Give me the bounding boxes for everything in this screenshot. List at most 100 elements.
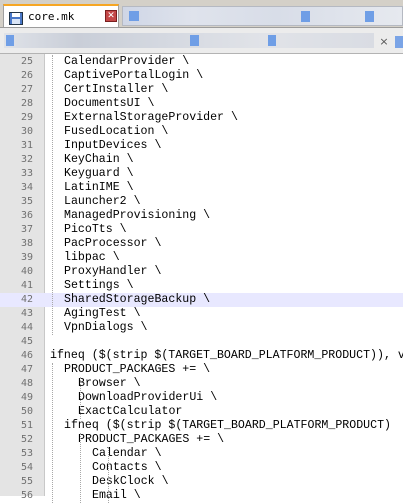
code-text: KeyChain \ [64,153,134,166]
code-text: PicoTts \ [64,223,127,236]
code-text: DeskClock \ [92,475,169,488]
code-text: ProxyHandler \ [64,265,162,278]
line-number: 36 [20,210,33,221]
code-line[interactable]: 35 Launcher2 \ [0,195,403,209]
indent-guide [52,55,53,335]
code-text: ExternalStorageProvider \ [64,111,238,124]
code-line[interactable]: 37 PicoTts \ [0,223,403,237]
save-disk-icon [9,10,23,25]
close-icon[interactable]: × [378,36,390,48]
line-number: 31 [20,140,33,151]
line-number: 34 [20,182,33,193]
code-text: Launcher2 \ [64,195,141,208]
line-number: 50 [20,406,33,417]
close-icon[interactable]: ✕ [105,10,117,22]
line-number: 41 [20,280,33,291]
code-text: Calendar \ [92,447,162,460]
tab-label: core.mk [28,10,75,23]
tab-strip: core.mk ✕ [0,0,403,28]
code-text: SharedStorageBackup \ [64,293,211,306]
code-line[interactable]: 41 Settings \ [0,279,403,293]
line-number: 25 [20,56,33,67]
code-text: Settings \ [64,279,134,292]
line-number: 54 [20,462,33,473]
code-line[interactable]: 28 DocumentsUI \ [0,97,403,111]
code-line[interactable]: 31 InputDevices \ [0,139,403,153]
code-line[interactable]: 40 ProxyHandler \ [0,265,403,279]
line-number: 43 [20,308,33,319]
line-number: 37 [20,224,33,235]
code-text: ExactCalculator [78,405,183,418]
code-line[interactable]: 27 CertInstaller \ [0,83,403,97]
line-number: 32 [20,154,33,165]
code-line[interactable]: 56 Email \ [0,489,403,503]
code-text: libpac \ [64,251,120,264]
code-line[interactable]: 47 PRODUCT_PACKAGES += \ [0,363,403,377]
line-number: 42 [20,294,33,305]
code-line[interactable]: 42 SharedStorageBackup \ [0,293,403,307]
code-text: PRODUCT_PACKAGES += \ [78,433,225,446]
code-text: FusedLocation \ [64,125,169,138]
code-editor[interactable]: 25 CalendarProvider \ 26 CaptivePortalLogin… [0,54,403,503]
tab-blurred[interactable] [122,6,403,26]
code-line[interactable]: 34 LatinIME \ [0,181,403,195]
code-line[interactable]: 30 FusedLocation \ [0,125,403,139]
line-number: 29 [20,112,33,123]
code-line[interactable]: 39 libpac \ [0,251,403,265]
code-text: CaptivePortalLogin \ [64,69,204,82]
toolbar-end-icon[interactable] [395,36,403,48]
line-number: 45 [20,336,33,347]
line-number: 30 [20,126,33,137]
code-line[interactable]: 55 DeskClock \ [0,475,403,489]
line-number: 40 [20,266,33,277]
code-line[interactable]: 29 ExternalStorageProvider \ [0,111,403,125]
code-text: ifneq ($(strip $(TARGET_BOARD_PLATFORM_P… [64,419,391,432]
code-text: VpnDialogs \ [64,321,148,334]
indent-guide [52,363,53,503]
code-line[interactable]: 44 VpnDialogs \ [0,321,403,335]
code-line[interactable]: 32 KeyChain \ [0,153,403,167]
code-line[interactable]: 50 ExactCalculator [0,405,403,419]
line-number: 49 [20,392,33,403]
code-text: ifneq ($(strip $(TARGET_BOARD_PLATFORM_P… [50,349,403,362]
code-text: LatinIME \ [64,181,134,194]
line-number: 48 [20,378,33,389]
code-line[interactable]: 26 CaptivePortalLogin \ [0,69,403,83]
code-text: AgingTest \ [64,307,141,320]
code-text: Contacts \ [92,461,162,474]
code-line[interactable]: 54 Contacts \ [0,461,403,475]
line-number: 47 [20,364,33,375]
indent-guide [108,447,109,503]
code-line[interactable]: 36 ManagedProvisioning \ [0,209,403,223]
secondary-toolbar: × [0,28,403,54]
code-line[interactable]: 33 Keyguard \ [0,167,403,181]
code-line[interactable]: 45 [0,335,403,349]
code-line[interactable]: 52 PRODUCT_PACKAGES += \ [0,433,403,447]
indent-guide [80,377,81,419]
line-number: 27 [20,84,33,95]
code-text: PRODUCT_PACKAGES += \ [64,363,211,376]
code-line[interactable]: 38 PacProcessor \ [0,237,403,251]
code-text: Browser \ [78,377,141,390]
code-text: PacProcessor \ [64,237,162,250]
line-number: 55 [20,476,33,487]
blurred-toolbar-content [4,33,374,48]
line-number: 51 [20,420,33,431]
code-text: InputDevices \ [64,139,162,152]
code-line[interactable]: 48 Browser \ [0,377,403,391]
code-text: ManagedProvisioning \ [64,209,211,222]
code-line[interactable]: 49 DownloadProviderUi \ [0,391,403,405]
code-line[interactable]: 25 CalendarProvider \ [0,55,403,69]
line-number: 52 [20,434,33,445]
code-line[interactable]: 51 ifneq ($(strip $(TARGET_BOARD_PLATFORM… [0,419,403,433]
code-line[interactable]: 46 ifneq ($(strip $(TARGET_BOARD_PLATFORM… [0,349,403,363]
line-number: 53 [20,448,33,459]
line-number: 38 [20,238,33,249]
code-line[interactable]: 53 Calendar \ [0,447,403,461]
code-text: CertInstaller \ [64,83,169,96]
tab-core-mk[interactable]: core.mk ✕ [3,4,119,27]
code-text: DocumentsUI \ [64,97,155,110]
code-text: CalendarProvider \ [64,55,190,68]
code-text: DownloadProviderUi \ [78,391,218,404]
code-line[interactable]: 43 AgingTest \ [0,307,403,321]
